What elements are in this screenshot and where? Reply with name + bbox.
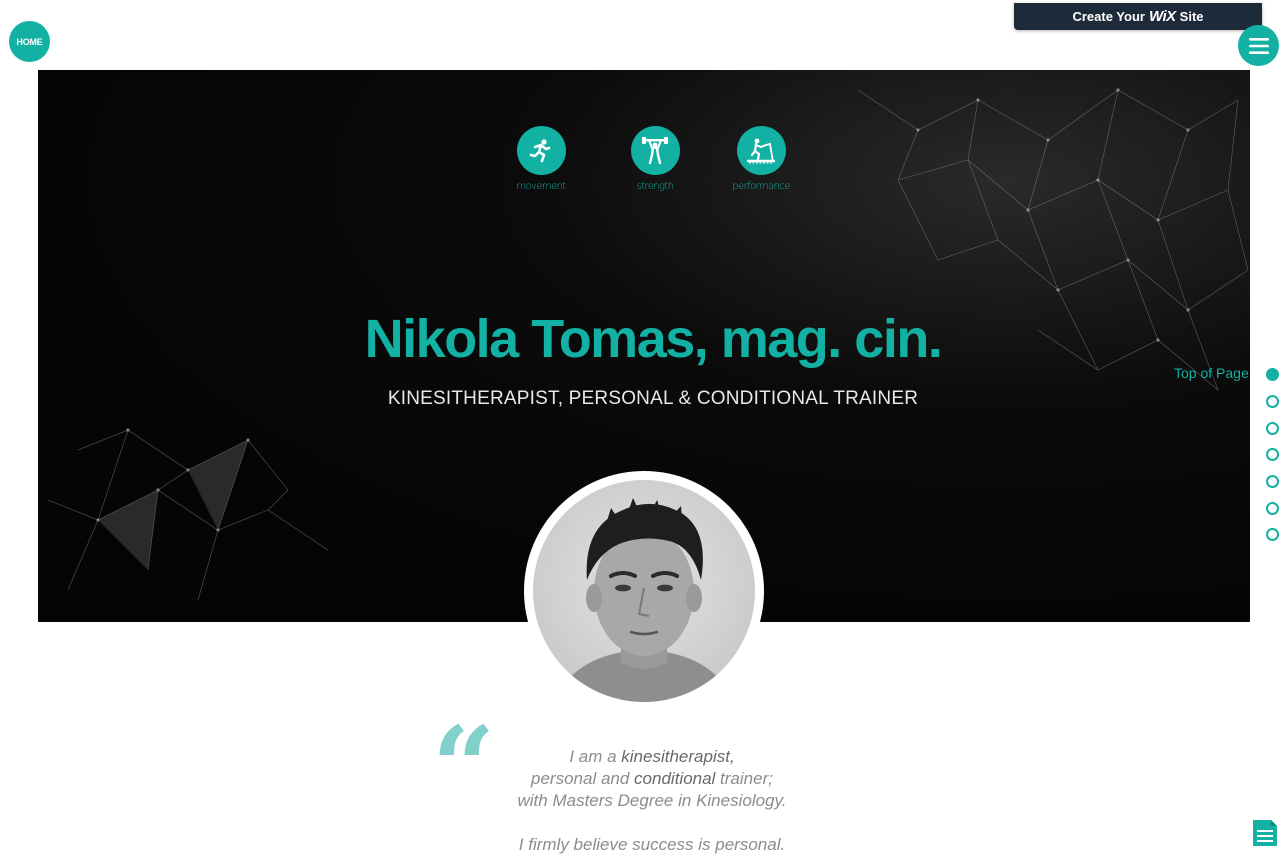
profile-photo bbox=[533, 480, 755, 702]
service-label: movement bbox=[516, 181, 566, 192]
treadmill-icon bbox=[736, 126, 786, 175]
menu-button[interactable] bbox=[1238, 25, 1279, 66]
section-nav-dot-4[interactable] bbox=[1266, 448, 1279, 461]
create-wix-site-banner[interactable]: Create Your WiX Site bbox=[1014, 3, 1262, 30]
quote-line-4: I firmly believe success is personal. bbox=[518, 835, 786, 854]
quote-highlight: kinesitherapist, bbox=[621, 747, 735, 766]
service-movement[interactable]: movement bbox=[496, 126, 586, 192]
banner-suffix: Site bbox=[1179, 9, 1204, 24]
quote-highlight: conditional bbox=[634, 769, 716, 788]
hero-title: Nikola Tomas, mag. cin. bbox=[364, 309, 943, 369]
section-nav-tooltip: Top of Page bbox=[1174, 365, 1249, 381]
intro-quote: I am a kinesitherapist, personal and con… bbox=[452, 746, 852, 856]
section-nav-dot-6[interactable] bbox=[1266, 502, 1279, 515]
service-label: performance bbox=[732, 181, 790, 192]
service-label: strength bbox=[636, 181, 675, 192]
portrait-frame bbox=[524, 471, 764, 711]
quote-line-3: with Masters Degree in Kinesiology. bbox=[517, 791, 787, 810]
service-performance[interactable]: performance bbox=[716, 126, 806, 192]
banner-prefix: Create Your bbox=[1072, 9, 1145, 24]
weightlifter-icon bbox=[630, 126, 680, 175]
section-nav-dot-2[interactable] bbox=[1266, 395, 1279, 408]
section-nav-dot-7[interactable] bbox=[1266, 528, 1279, 541]
home-button[interactable]: HOME bbox=[9, 21, 50, 62]
running-person-icon bbox=[516, 126, 566, 175]
quote-line-1: I am a kinesitherapist, bbox=[569, 747, 735, 766]
hero-subtitle: KINESITHERAPIST, PERSONAL & CONDITIONAL … bbox=[387, 388, 919, 409]
service-strength[interactable]: strength bbox=[610, 126, 700, 192]
home-label: HOME bbox=[16, 36, 43, 47]
document-icon[interactable] bbox=[1251, 818, 1279, 848]
section-nav-dot-1[interactable] bbox=[1266, 368, 1279, 381]
section-nav-dot-3[interactable] bbox=[1266, 422, 1279, 435]
quote-line-2: personal and conditional trainer; bbox=[531, 769, 773, 788]
hamburger-icon bbox=[1248, 37, 1269, 54]
wix-logo: WiX bbox=[1148, 8, 1176, 25]
section-nav-dot-5[interactable] bbox=[1266, 475, 1279, 488]
